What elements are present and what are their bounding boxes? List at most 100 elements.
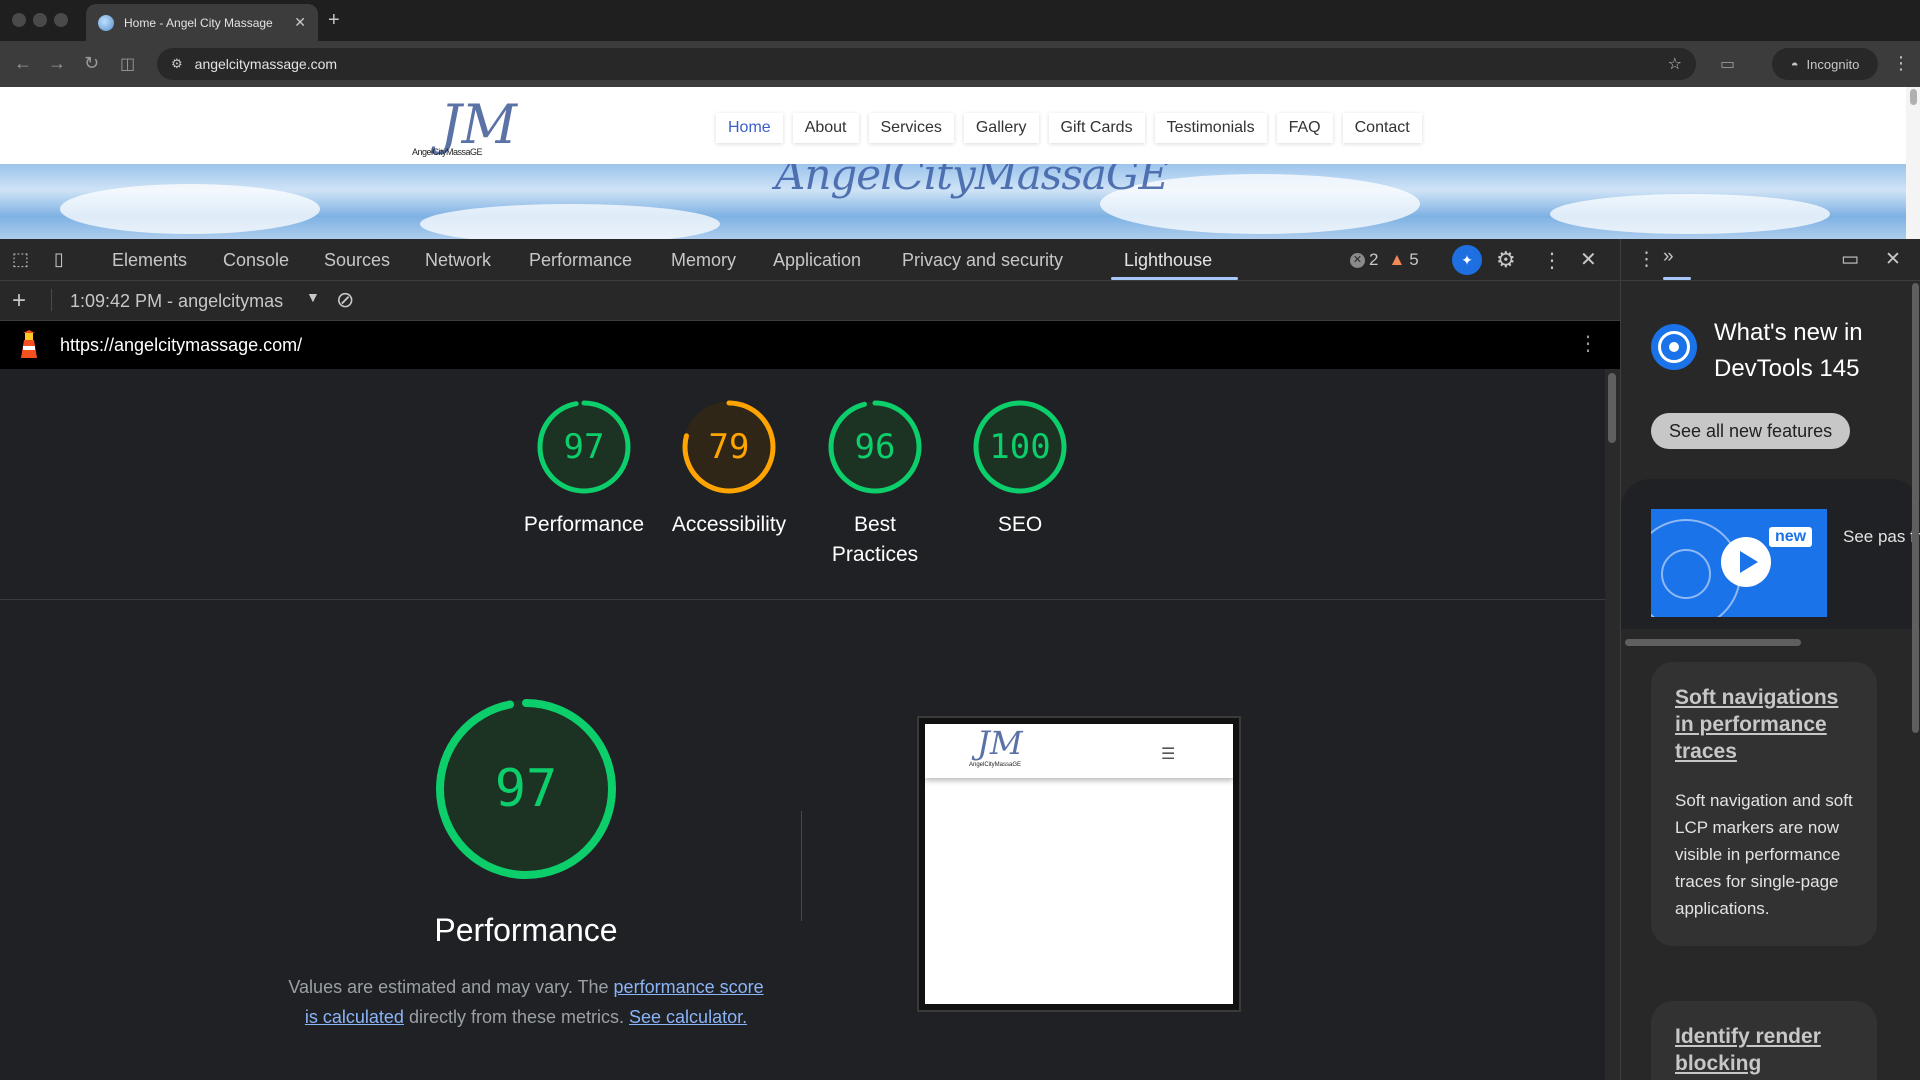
- devtools-menu-icon[interactable]: ⋮: [1542, 248, 1562, 273]
- nav-item-services[interactable]: Services: [868, 113, 954, 143]
- feature-card: Soft navigations in performance traces So…: [1651, 662, 1877, 946]
- tab-performance[interactable]: Performance: [529, 250, 632, 271]
- tab-elements[interactable]: Elements: [112, 250, 187, 271]
- lighthouse-report: 97 Performance 79 Accessibility 96 Best Pract…: [0, 369, 1605, 1080]
- tab-network[interactable]: Network: [425, 250, 491, 271]
- site-info-icon[interactable]: ⚙: [171, 56, 183, 72]
- back-icon[interactable]: ←: [14, 53, 32, 74]
- incognito-badge[interactable]: ◓ Incognito: [1772, 48, 1878, 80]
- tab-console[interactable]: Console: [223, 250, 289, 271]
- issues-counter[interactable]: ✕ 2 ▲ 5: [1350, 250, 1419, 270]
- address-bar[interactable]: ⚙ angelcitymassage.com ☆: [157, 48, 1696, 80]
- browser-toolbar: ← → ↻ ◫ ⚙ angelcitymassage.com ☆ ▭ ◓ Inc…: [0, 41, 1920, 87]
- screen: Home - Angel City Massage ✕ + ← → ↻ ◫ ⚙ …: [0, 0, 1920, 1080]
- incognito-label: Incognito: [1806, 56, 1860, 72]
- thumbnail-logo: JM: [977, 724, 1023, 762]
- ai-assistance-icon[interactable]: ✦: [1452, 245, 1482, 275]
- tab-memory[interactable]: Memory: [671, 250, 736, 271]
- clear-reports-icon[interactable]: ⊘: [336, 287, 354, 313]
- whats-new-title: What's new in DevTools 145: [1714, 319, 1863, 382]
- page-scrollbar[interactable]: [1906, 87, 1920, 239]
- new-tab-icon[interactable]: +: [328, 9, 340, 32]
- hamburger-menu-icon: ☰: [1161, 746, 1176, 763]
- score-label: SEO: [997, 513, 1043, 536]
- divider: [801, 811, 802, 921]
- performance-score-large: 97: [494, 759, 558, 819]
- error-count: 2: [1369, 250, 1379, 269]
- site-favicon: [98, 14, 114, 31]
- report-url: https://angelcitymassage.com/: [60, 335, 303, 355]
- score-gauges: 97 Performance 79 Accessibility 96 Best Pract…: [0, 369, 1605, 600]
- forward-icon[interactable]: →: [48, 53, 66, 74]
- see-all-features-button[interactable]: See all new features: [1651, 413, 1851, 449]
- chevron-down-icon[interactable]: ▼: [306, 289, 320, 305]
- nav-item-faq[interactable]: FAQ: [1276, 113, 1333, 143]
- split-view-icon[interactable]: ◫: [120, 54, 135, 74]
- active-tab-indicator: [1111, 277, 1238, 280]
- performance-description: Values are estimated and may vary. The p…: [288, 977, 764, 1027]
- tab-application[interactable]: Application: [773, 250, 861, 271]
- dock-side-icon[interactable]: ▭: [1841, 248, 1859, 271]
- window-zoom-button[interactable]: [54, 13, 68, 27]
- error-icon: ✕: [1350, 252, 1365, 268]
- performance-heading: Performance: [434, 912, 618, 948]
- feature-description: Soft navigation and soft LCP markers are…: [1675, 791, 1853, 918]
- report-menu-icon[interactable]: ⋮: [1578, 331, 1598, 356]
- bookmark-star-icon[interactable]: ☆: [1668, 54, 1682, 74]
- browser-tabstrip: Home - Angel City Massage ✕ +: [0, 0, 1920, 41]
- devtools-tabbar: ⬚ ▯ Elements Console Sources Network Perform…: [0, 239, 1620, 281]
- thumbnail-wordmark: AngelCityMassaGE: [969, 762, 1022, 768]
- nav-item-about[interactable]: About: [792, 113, 859, 143]
- inspect-element-icon[interactable]: ⬚: [12, 249, 29, 270]
- device-toolbar-icon[interactable]: ▯: [54, 249, 64, 270]
- close-devtools-icon[interactable]: ✕: [1580, 247, 1597, 272]
- report-scrollbar[interactable]: [1605, 369, 1620, 1080]
- website-viewport: JM AngelCityMassaGE Home About Services Gal…: [0, 87, 1906, 239]
- tab-privacy-and-security[interactable]: Privacy and security: [902, 250, 1063, 271]
- score-label: Best Practices: [831, 513, 919, 566]
- lighthouse-icon: [21, 330, 37, 358]
- video-caption: See pas from Ch 144: [1843, 527, 1920, 546]
- browser-tab[interactable]: Home - Angel City Massage ✕: [86, 4, 318, 41]
- warning-count: 5: [1409, 250, 1419, 269]
- nav-item-home[interactable]: Home: [716, 113, 783, 143]
- carousel-scrollbar[interactable]: [1625, 639, 1801, 646]
- more-tabs-icon[interactable]: »: [1663, 246, 1674, 268]
- tab-sources[interactable]: Sources: [324, 250, 390, 271]
- cast-icon[interactable]: ▭: [1720, 54, 1735, 74]
- tab-close-icon[interactable]: ✕: [294, 14, 306, 31]
- close-drawer-icon[interactable]: ✕: [1885, 248, 1901, 271]
- nav-item-contact[interactable]: Contact: [1342, 113, 1422, 143]
- site-navigation: Home About Services Gallery Gift Cards Testim…: [716, 113, 1422, 143]
- window-minimize-button[interactable]: [33, 13, 47, 27]
- nav-item-gallery[interactable]: Gallery: [963, 113, 1039, 143]
- address-text: angelcitymassage.com: [194, 56, 338, 72]
- hero-banner: AngelCityMassaGE: [0, 164, 1906, 239]
- banner-title: AngelCityMassaGE: [775, 164, 1169, 199]
- see-calculator-link[interactable]: See calculator.: [629, 1007, 747, 1027]
- final-screenshot[interactable]: JM AngelCityMassaGE ☰: [917, 716, 1241, 1012]
- reload-icon[interactable]: ↻: [84, 53, 99, 74]
- new-badge: new: [1769, 527, 1813, 547]
- site-logo[interactable]: JM AngelCityMassaGE: [410, 93, 517, 163]
- video-thumbnail[interactable]: new: [1651, 509, 1827, 617]
- report-selector[interactable]: 1:09:42 PM - angelcitymas: [70, 291, 283, 312]
- new-report-icon[interactable]: +: [12, 287, 26, 315]
- browser-menu-icon[interactable]: ⋮: [1892, 53, 1910, 74]
- play-icon: [1721, 537, 1771, 587]
- settings-gear-icon[interactable]: ⚙: [1496, 247, 1516, 273]
- tab-lighthouse[interactable]: Lighthouse: [1124, 250, 1212, 271]
- feature-title-link[interactable]: Soft navigations in performance traces: [1675, 684, 1853, 765]
- drawer-menu-icon[interactable]: ⋮: [1637, 248, 1656, 271]
- lighthouse-toolbar: + 1:09:42 PM - angelcitymas ▼ ⊘: [0, 281, 1620, 321]
- window-close-button[interactable]: [12, 13, 26, 27]
- incognito-icon: ◓: [1790, 56, 1799, 72]
- drawer-header: ⋮ » ▭ ✕: [1621, 239, 1920, 281]
- feature-title-link[interactable]: Identify render blocking: [1675, 1023, 1853, 1077]
- warning-icon: ▲: [1388, 250, 1406, 269]
- score-value: 96: [854, 427, 896, 467]
- nav-item-testimonials[interactable]: Testimonials: [1154, 113, 1267, 143]
- chrome-devtools-logo-icon: [1651, 324, 1697, 370]
- nav-item-gift-cards[interactable]: Gift Cards: [1048, 113, 1145, 143]
- drawer-scrollbar[interactable]: [1911, 283, 1920, 733]
